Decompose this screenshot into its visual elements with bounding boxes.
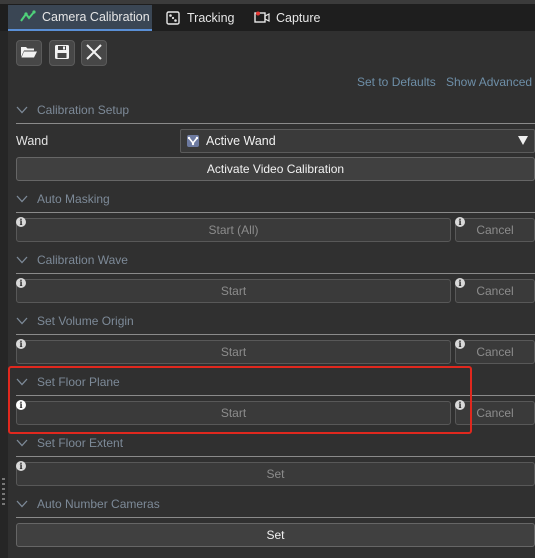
info-icon[interactable]: i bbox=[455, 278, 465, 288]
auto-masking-start-button[interactable]: Start (All) bbox=[16, 218, 451, 242]
set-volume-origin-start-button[interactable]: Start bbox=[16, 340, 451, 364]
chevron-down-icon bbox=[16, 439, 28, 447]
divider bbox=[16, 123, 535, 124]
divider bbox=[16, 456, 535, 457]
show-advanced-link[interactable]: Show Advanced bbox=[446, 75, 532, 89]
divider bbox=[16, 517, 535, 518]
section-calibration-setup-header[interactable]: Calibration Setup bbox=[16, 101, 129, 119]
section-title: Auto Masking bbox=[37, 192, 110, 206]
info-icon[interactable]: i bbox=[16, 461, 26, 471]
wand-label: Wand bbox=[16, 134, 49, 148]
tracking-icon bbox=[165, 11, 181, 25]
calibration-wave-start-button[interactable]: Start bbox=[16, 279, 451, 303]
tab-capture[interactable]: Capture bbox=[242, 5, 326, 31]
info-icon[interactable]: i bbox=[455, 217, 465, 227]
calibration-wave-cancel-button[interactable]: Cancel bbox=[455, 279, 535, 303]
resize-grip[interactable] bbox=[2, 478, 5, 506]
info-icon[interactable]: i bbox=[455, 339, 465, 349]
tab-bar-top-strip bbox=[0, 0, 535, 4]
open-button[interactable] bbox=[16, 40, 42, 66]
divider bbox=[16, 334, 535, 335]
section-title: Calibration Wave bbox=[37, 253, 128, 267]
chevron-down-icon bbox=[16, 500, 28, 508]
divider bbox=[16, 273, 535, 274]
dropdown-arrow-icon bbox=[518, 136, 528, 145]
info-icon[interactable]: i bbox=[16, 217, 26, 227]
folder-open-icon bbox=[20, 45, 38, 62]
clear-button[interactable] bbox=[81, 40, 107, 66]
info-icon[interactable]: i bbox=[16, 278, 26, 288]
set-to-defaults-link[interactable]: Set to Defaults bbox=[357, 75, 436, 89]
save-icon bbox=[54, 44, 70, 63]
section-title: Set Floor Extent bbox=[37, 436, 124, 450]
section-title: Calibration Setup bbox=[37, 103, 130, 117]
section-calibration-wave-header[interactable]: Calibration Wave bbox=[16, 251, 128, 269]
tab-camera-calibration[interactable]: Camera Calibration bbox=[8, 5, 152, 31]
highlight-box-set-floor-plane bbox=[8, 366, 472, 434]
auto-masking-cancel-button[interactable]: Cancel bbox=[455, 218, 535, 242]
active-wand-icon bbox=[187, 135, 199, 147]
section-auto-masking-header[interactable]: Auto Masking bbox=[16, 190, 110, 208]
section-set-floor-extent-header[interactable]: Set Floor Extent bbox=[16, 434, 123, 452]
tab-bar: Camera Calibration Tracking Capture bbox=[0, 0, 535, 31]
chevron-down-icon bbox=[16, 106, 28, 114]
section-set-volume-origin-header[interactable]: Set Volume Origin bbox=[16, 312, 134, 330]
auto-number-cameras-set-button[interactable]: Set bbox=[16, 523, 535, 547]
section-title: Auto Number Cameras bbox=[37, 497, 160, 511]
divider bbox=[16, 212, 535, 213]
chevron-down-icon bbox=[16, 195, 28, 203]
tab-label: Tracking bbox=[187, 11, 235, 25]
wand-select[interactable]: Active Wand bbox=[180, 129, 535, 153]
section-title: Set Volume Origin bbox=[37, 314, 134, 328]
chevron-down-icon bbox=[16, 317, 28, 325]
activate-video-calibration-button[interactable]: Activate Video Calibration bbox=[16, 157, 535, 181]
tab-label: Camera Calibration bbox=[42, 10, 150, 24]
camera-calibration-icon bbox=[20, 10, 36, 24]
wand-select-value: Active Wand bbox=[206, 134, 276, 148]
tab-label: Capture bbox=[276, 11, 321, 25]
clear-x-icon bbox=[85, 43, 103, 64]
info-icon[interactable]: i bbox=[16, 339, 26, 349]
tab-tracking[interactable]: Tracking bbox=[153, 5, 241, 31]
capture-icon bbox=[254, 11, 270, 25]
section-auto-number-cameras-header[interactable]: Auto Number Cameras bbox=[16, 495, 160, 513]
set-floor-extent-button[interactable]: Set bbox=[16, 462, 535, 486]
set-volume-origin-cancel-button[interactable]: Cancel bbox=[455, 340, 535, 364]
chevron-down-icon bbox=[16, 256, 28, 264]
save-button[interactable] bbox=[49, 40, 75, 66]
